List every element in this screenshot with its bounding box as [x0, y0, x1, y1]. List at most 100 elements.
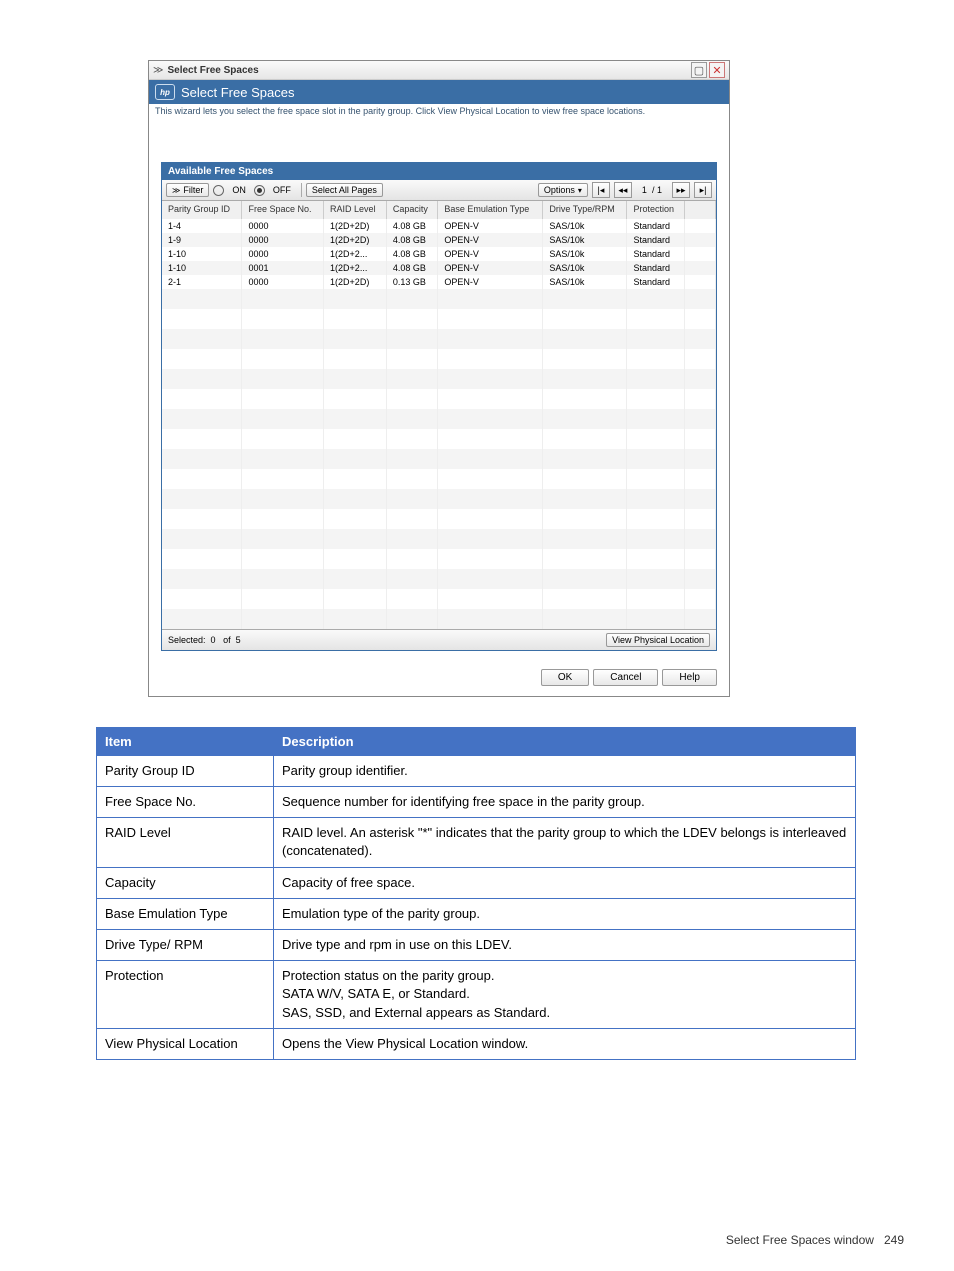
table-row-empty	[162, 449, 716, 469]
table-row[interactable]: 1-1000001(2D+2...4.08 GBOPEN-VSAS/10kSta…	[162, 247, 716, 261]
cell-c4: OPEN-V	[438, 247, 543, 261]
col-scroll-gutter	[685, 201, 716, 219]
desc-text: Parity group identifier.	[274, 755, 856, 786]
table-row[interactable]: 1-1000011(2D+2...4.08 GBOPEN-VSAS/10kSta…	[162, 261, 716, 275]
cell-c0: 2-1	[162, 275, 242, 289]
maximize-button[interactable]: ▢	[691, 62, 707, 78]
desc-row: Parity Group IDParity group identifier.	[97, 755, 856, 786]
cell-c4: OPEN-V	[438, 261, 543, 275]
cell-c2: 1(2D+2D)	[324, 219, 387, 233]
page-indicator: 1 / 1	[636, 185, 668, 195]
cell-c3: 4.08 GB	[386, 247, 438, 261]
cell-c0: 1-10	[162, 261, 242, 275]
cancel-button[interactable]: Cancel	[593, 669, 658, 686]
cell-c6: Standard	[627, 233, 685, 247]
cell-c3: 4.08 GB	[386, 219, 438, 233]
window-titlebar: ≫ Select Free Spaces ▢ ✕	[149, 61, 729, 80]
desc-header-description: Description	[274, 727, 856, 755]
filter-button[interactable]: ≫ Filter	[166, 183, 209, 197]
cell-c1: 0000	[242, 233, 324, 247]
page-prev-button[interactable]: ◂◂	[614, 182, 632, 198]
filter-on-radio[interactable]	[213, 185, 224, 196]
options-label: Options	[544, 185, 575, 195]
cell-c6: Standard	[627, 219, 685, 233]
col-raid-level[interactable]: RAID Level	[324, 201, 387, 219]
cell-c1: 0000	[242, 219, 324, 233]
table-row-empty	[162, 369, 716, 389]
description-table: Item Description Parity Group IDParity g…	[96, 727, 856, 1060]
col-drive-type-rpm[interactable]: Drive Type/RPM	[543, 201, 627, 219]
filter-toggle[interactable]: ON OFF	[213, 185, 297, 196]
table-row-empty	[162, 529, 716, 549]
chevron-down-icon: ▾	[578, 186, 582, 195]
help-button[interactable]: Help	[662, 669, 717, 686]
desc-text: Emulation type of the parity group.	[274, 898, 856, 929]
panel-title: Available Free Spaces	[162, 163, 716, 180]
page-footer: Select Free Spaces window 249	[726, 1233, 904, 1247]
cell-c0: 1-4	[162, 219, 242, 233]
cell-c0: 1-9	[162, 233, 242, 247]
cell-c0: 1-10	[162, 247, 242, 261]
wizard-actions: OK Cancel Help	[149, 661, 729, 696]
panel-toolbar: ≫ Filter ON OFF Select All Pages Options…	[162, 180, 716, 201]
cell-c1: 0001	[242, 261, 324, 275]
desc-item: Capacity	[97, 867, 274, 898]
col-base-emulation-type[interactable]: Base Emulation Type	[438, 201, 543, 219]
page-first-button[interactable]: |◂	[592, 182, 610, 198]
desc-row: RAID LevelRAID level. An asterisk "*" in…	[97, 818, 856, 867]
selected-status: Selected: 0 of 5	[168, 635, 606, 645]
desc-text: Sequence number for identifying free spa…	[274, 787, 856, 818]
table-row-empty	[162, 309, 716, 329]
desc-text: Opens the View Physical Location window.	[274, 1028, 856, 1059]
cell-c2: 1(2D+2D)	[324, 233, 387, 247]
desc-header-item: Item	[97, 727, 274, 755]
cell-c1: 0000	[242, 275, 324, 289]
col-protection[interactable]: Protection	[627, 201, 685, 219]
desc-text: Protection status on the parity group. S…	[274, 961, 856, 1029]
table-row-empty	[162, 609, 716, 629]
ok-button[interactable]: OK	[541, 669, 589, 686]
table-header-row: Parity Group ID Free Space No. RAID Leve…	[162, 201, 716, 219]
panel-footer: Selected: 0 of 5 View Physical Location	[162, 629, 716, 650]
collapse-chevron-icon[interactable]: ≫	[153, 65, 163, 76]
page-last-button[interactable]: ▸|	[694, 182, 712, 198]
cell-c3: 4.08 GB	[386, 233, 438, 247]
cell-c5: SAS/10k	[543, 233, 627, 247]
filter-off-radio[interactable]	[254, 185, 265, 196]
table-row[interactable]: 1-400001(2D+2D)4.08 GBOPEN-VSAS/10kStand…	[162, 219, 716, 233]
table-row[interactable]: 1-900001(2D+2D)4.08 GBOPEN-VSAS/10kStand…	[162, 233, 716, 247]
desc-item: Base Emulation Type	[97, 898, 274, 929]
desc-text: RAID level. An asterisk "*" indicates th…	[274, 818, 856, 867]
close-button[interactable]: ✕	[709, 62, 725, 78]
wizard-header-title: Select Free Spaces	[181, 85, 294, 100]
view-physical-location-button[interactable]: View Physical Location	[606, 633, 710, 647]
desc-row: Drive Type/ RPMDrive type and rpm in use…	[97, 930, 856, 961]
free-spaces-table: Parity Group ID Free Space No. RAID Leve…	[162, 201, 716, 629]
table-row-empty	[162, 589, 716, 609]
table-row-empty	[162, 509, 716, 529]
table-row-empty	[162, 289, 716, 309]
cell-c6: Standard	[627, 275, 685, 289]
cell-c6: Standard	[627, 261, 685, 275]
col-capacity[interactable]: Capacity	[386, 201, 438, 219]
cell-c1: 0000	[242, 247, 324, 261]
table-row-empty	[162, 429, 716, 449]
desc-row: CapacityCapacity of free space.	[97, 867, 856, 898]
wizard-description: This wizard lets you select the free spa…	[149, 104, 729, 122]
options-button[interactable]: Options ▾	[538, 183, 588, 197]
cell-c5: SAS/10k	[543, 261, 627, 275]
wizard-header: hp Select Free Spaces	[149, 80, 729, 104]
table-row[interactable]: 2-100001(2D+2D)0.13 GBOPEN-VSAS/10kStand…	[162, 275, 716, 289]
cell-c4: OPEN-V	[438, 233, 543, 247]
window-title: Select Free Spaces	[167, 65, 689, 76]
col-parity-group-id[interactable]: Parity Group ID	[162, 201, 242, 219]
table-row-empty	[162, 409, 716, 429]
cell-c4: OPEN-V	[438, 275, 543, 289]
table-row-empty	[162, 549, 716, 569]
page-next-button[interactable]: ▸▸	[672, 182, 690, 198]
wizard-window: ≫ Select Free Spaces ▢ ✕ hp Select Free …	[148, 60, 730, 697]
desc-text: Drive type and rpm in use on this LDEV.	[274, 930, 856, 961]
select-all-pages-button[interactable]: Select All Pages	[306, 183, 383, 197]
desc-item: Protection	[97, 961, 274, 1029]
col-free-space-no[interactable]: Free Space No.	[242, 201, 324, 219]
